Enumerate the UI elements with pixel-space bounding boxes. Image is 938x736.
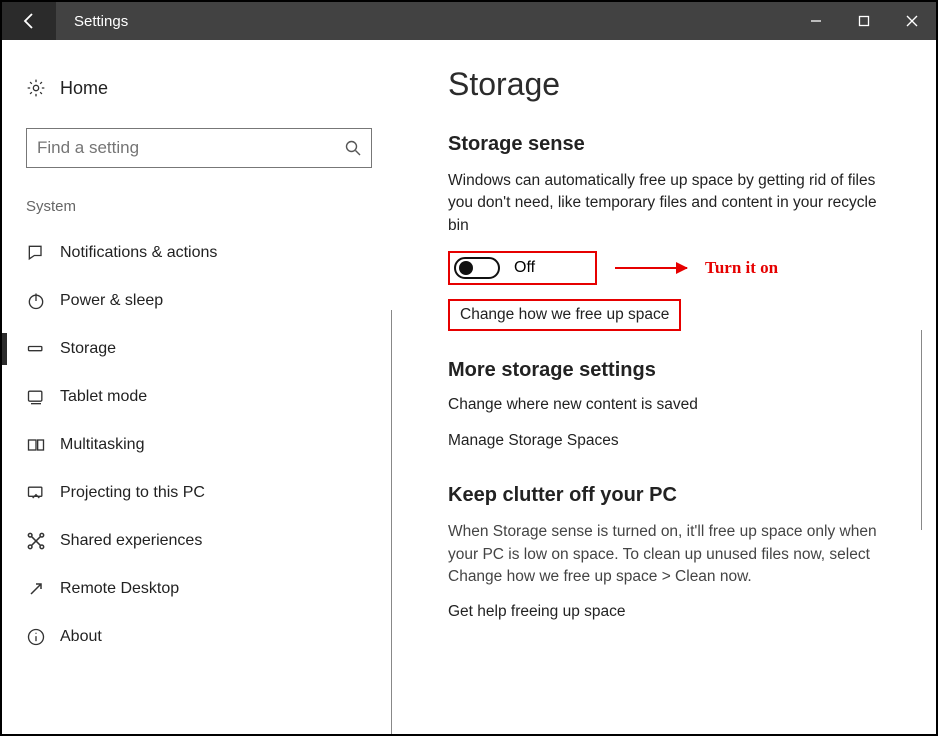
home-link[interactable]: Home [26,68,392,108]
search-input[interactable] [37,138,345,158]
toggle-state-label: Off [514,259,535,277]
manage-storage-link[interactable]: Manage Storage Spaces [448,432,916,450]
content: Home System Notifications & actions Powe… [2,40,936,734]
annotation-text: Turn it on [705,258,778,278]
sidebar-item-label: Shared experiences [60,532,202,550]
sidebar-item-power[interactable]: Power & sleep [26,277,392,325]
search-box[interactable] [26,128,372,168]
window-title: Settings [56,13,792,30]
keep-clutter-title: Keep clutter off your PC [448,484,916,507]
shared-icon [26,531,60,551]
sidebar-item-notifications[interactable]: Notifications & actions [26,229,392,277]
sidebar-item-multitasking[interactable]: Multitasking [26,421,392,469]
remote-icon [26,579,60,599]
change-free-up-link[interactable]: Change how we free up space [460,306,669,323]
tablet-icon [26,387,60,407]
get-help-link[interactable]: Get help freeing up space [448,603,916,621]
minimize-button[interactable] [792,2,840,40]
search-icon [345,140,361,156]
sidebar-item-storage[interactable]: Storage [26,325,392,373]
page-title: Storage [448,66,916,103]
section-label: System [26,198,392,215]
sidebar-item-about[interactable]: About [26,613,392,661]
more-settings-title: More storage settings [448,359,916,382]
storage-sense-description: Windows can automatically free up space … [448,170,898,237]
sidebar-item-tablet[interactable]: Tablet mode [26,373,392,421]
info-icon [26,627,60,647]
sidebar-item-projecting[interactable]: Projecting to this PC [26,469,392,517]
multitasking-icon [26,435,60,455]
power-icon [26,291,60,311]
sidebar-item-label: About [60,628,102,646]
sidebar-item-remote[interactable]: Remote Desktop [26,565,392,613]
main-scrollbar[interactable] [921,330,922,530]
storage-sense-title: Storage sense [448,133,916,156]
keep-clutter-description: When Storage sense is turned on, it'll f… [448,521,898,588]
close-button[interactable] [888,2,936,40]
window-controls [792,2,936,40]
maximize-button[interactable] [840,2,888,40]
projecting-icon [26,483,60,503]
sidebar-item-label: Power & sleep [60,292,163,310]
sidebar-item-label: Tablet mode [60,388,147,406]
toggle-row: Off Turn it on [448,251,916,285]
main-panel: Storage Storage sense Windows can automa… [392,40,936,734]
annotation-box-link: Change how we free up space [448,299,681,331]
gear-icon [26,78,60,98]
sidebar-item-label: Multitasking [60,436,144,454]
sidebar-item-label: Projecting to this PC [60,484,205,502]
home-label: Home [60,78,108,99]
annotation-arrow: Turn it on [615,258,778,278]
back-button[interactable] [2,2,56,40]
notifications-icon [26,243,60,263]
sidebar-item-label: Storage [60,340,116,358]
storage-sense-toggle[interactable] [454,257,500,279]
annotation-box-toggle: Off [448,251,597,285]
arrow-icon [615,267,687,269]
titlebar: Settings [2,2,936,40]
change-content-link[interactable]: Change where new content is saved [448,396,916,414]
sidebar-item-label: Remote Desktop [60,580,179,598]
sidebar-item-shared[interactable]: Shared experiences [26,517,392,565]
sidebar-item-label: Notifications & actions [60,244,217,262]
storage-icon [26,339,60,359]
sidebar: Home System Notifications & actions Powe… [2,40,392,734]
